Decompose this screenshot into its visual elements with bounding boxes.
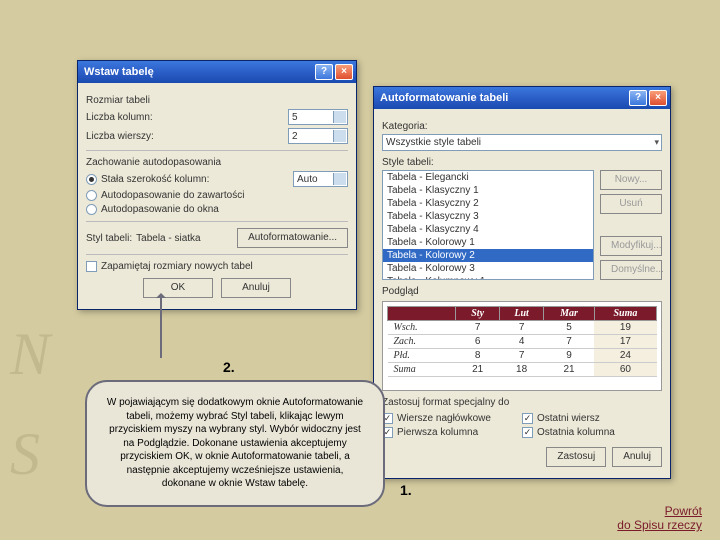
styles-listbox[interactable]: Tabela - EleganckiTabela - Klasyczny 1Ta… — [382, 170, 594, 280]
dialog-titlebar[interactable]: Wstaw tabelę ? × — [78, 61, 356, 83]
first-col-label: Pierwsza kolumna — [397, 427, 478, 438]
style-option[interactable]: Tabela - Elegancki — [383, 171, 593, 184]
style-option[interactable]: Tabela - Klasyczny 4 — [383, 223, 593, 236]
autofit-window-radio[interactable] — [86, 204, 97, 215]
help-icon[interactable]: ? — [629, 90, 647, 106]
last-col-checkbox[interactable] — [522, 427, 533, 438]
preview-pane: StyLutMarSumaWsch.77519Zach.64717Płd.879… — [382, 301, 662, 391]
instruction-callout: 2. W pojawiającym się dodatkowym oknie A… — [85, 380, 385, 507]
style-option[interactable]: Tabela - Kolorowy 3 — [383, 262, 593, 275]
preview-label: Podgląd — [382, 286, 662, 297]
fixed-width-value[interactable]: Auto — [293, 171, 348, 187]
styles-label: Style tabeli: — [382, 157, 662, 168]
last-row-checkbox[interactable] — [522, 413, 533, 424]
remember-checkbox[interactable] — [86, 261, 97, 272]
cancel-button[interactable]: Anuluj — [221, 278, 291, 298]
autoformat-button[interactable]: Autoformatowanie... — [237, 228, 348, 248]
size-group-label: Rozmiar tabeli — [86, 95, 348, 106]
table-style-value: Tabela - siatka — [136, 233, 200, 244]
close-icon[interactable]: × — [649, 90, 667, 106]
dialog-title: Autoformatowanie tabeli — [380, 92, 508, 104]
ok-button[interactable]: OK — [143, 278, 213, 298]
instruction-text: W pojawiającym się dodatkowym oknie Auto… — [105, 396, 365, 491]
autofit-content-radio[interactable] — [86, 190, 97, 201]
step-number: 2. — [223, 358, 235, 377]
style-option[interactable]: Tabela - Kolorowy 2 — [383, 249, 593, 262]
delete-button[interactable]: Usuń — [600, 194, 662, 214]
autofit-group-label: Zachowanie autodopasowania — [86, 157, 348, 168]
header-rows-label: Wiersze nagłówkowe — [397, 413, 491, 424]
columns-spinner[interactable]: 5 — [288, 109, 348, 125]
modify-button[interactable]: Modyfikuj... — [600, 236, 662, 256]
columns-label: Liczba kolumn: — [86, 112, 288, 123]
preview-table: StyLutMarSumaWsch.77519Zach.64717Płd.879… — [387, 306, 657, 377]
dialog-titlebar[interactable]: Autoformatowanie tabeli ? × — [374, 87, 670, 109]
category-label: Kategoria: — [382, 121, 662, 132]
last-col-label: Ostatnia kolumna — [537, 427, 615, 438]
dialog-title: Wstaw tabelę — [84, 66, 154, 78]
return-link[interactable]: Powrót do Spisu rzeczy — [617, 504, 702, 532]
default-button[interactable]: Domyślne... — [600, 260, 662, 280]
autoformat-dialog: Autoformatowanie tabeli ? × Kategoria: W… — [373, 86, 671, 479]
autofit-window-label: Autodopasowanie do okna — [101, 204, 219, 215]
cancel-button[interactable]: Anuluj — [612, 447, 662, 467]
new-button[interactable]: Nowy... — [600, 170, 662, 190]
category-combo[interactable]: Wszystkie style tabeli — [382, 134, 662, 151]
style-option[interactable]: Tabela - Kolumnowy 1 — [383, 275, 593, 280]
style-option[interactable]: Tabela - Klasyczny 2 — [383, 197, 593, 210]
arrow-up-icon — [160, 294, 162, 358]
apply-button[interactable]: Zastosuj — [546, 447, 606, 467]
table-style-label: Styl tabeli: — [86, 233, 132, 244]
apply-format-label: Zastosuj format specjalny do — [382, 397, 662, 408]
style-option[interactable]: Tabela - Kolorowy 1 — [383, 236, 593, 249]
rows-label: Liczba wierszy: — [86, 131, 288, 142]
fixed-width-label: Stała szerokość kolumn: — [101, 174, 293, 185]
insert-table-dialog: Wstaw tabelę ? × Rozmiar tabeli Liczba k… — [77, 60, 357, 310]
close-icon[interactable]: × — [335, 64, 353, 80]
fixed-width-radio[interactable] — [86, 174, 97, 185]
rows-spinner[interactable]: 2 — [288, 128, 348, 144]
help-icon[interactable]: ? — [315, 64, 333, 80]
step-1-label: 1. — [400, 482, 412, 498]
style-option[interactable]: Tabela - Klasyczny 3 — [383, 210, 593, 223]
last-row-label: Ostatni wiersz — [537, 413, 600, 424]
autofit-content-label: Autodopasowanie do zawartości — [101, 190, 244, 201]
style-option[interactable]: Tabela - Klasyczny 1 — [383, 184, 593, 197]
remember-label: Zapamiętaj rozmiary nowych tabel — [101, 261, 253, 272]
